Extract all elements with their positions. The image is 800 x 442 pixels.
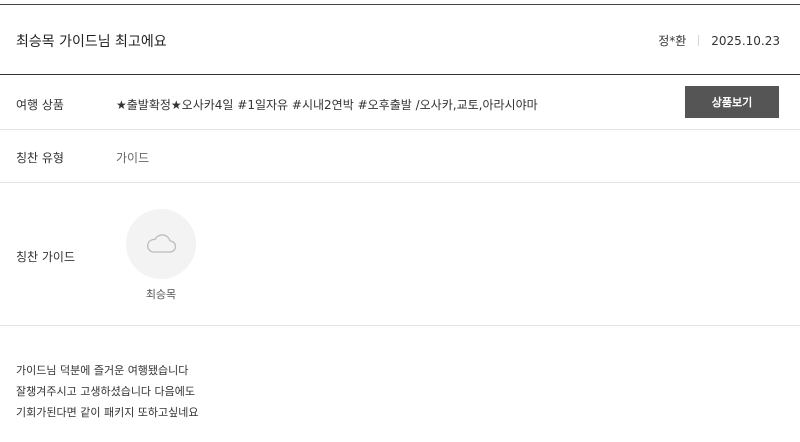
guide-card: 최승목 xyxy=(126,209,196,302)
guide-name: 최승목 xyxy=(145,288,177,301)
praise-type-label: 칭찬 유형 xyxy=(16,151,64,165)
meta-separator xyxy=(698,35,700,46)
review-author: 정*환 xyxy=(658,34,687,48)
praise-type-value: 가이드 xyxy=(116,151,150,165)
cloud-placeholder-icon xyxy=(147,234,177,253)
review-title: 최승목 가이드님 최고에요 xyxy=(16,34,167,50)
praise-guide-label: 칭찬 가이드 xyxy=(16,250,76,264)
review-body: 가이드님 덕분에 즐거운 여행됐습니다 잘챙겨주시고 고생하셨습니다 다음에도 … xyxy=(16,360,199,423)
view-product-button[interactable]: 상품보기 xyxy=(685,86,779,118)
product-label: 여행 상품 xyxy=(16,98,64,112)
guide-avatar[interactable] xyxy=(126,209,196,279)
praise-type-row: 칭찬 유형 가이드 xyxy=(0,130,800,183)
product-name: ★출발확정★오사카4일 #1일자유 #시내2연박 #오후출발 /오사카,교토,아… xyxy=(116,98,538,112)
review-header: 최승목 가이드님 최고에요 정*환 2025.10.23 xyxy=(0,5,800,75)
review-body-line: 기회가된다면 같이 패키지 또하고싶네요 xyxy=(16,406,199,419)
review-body-line: 잘챙겨주시고 고생하셨습니다 다음에도 xyxy=(16,385,196,398)
review-detail: 최승목 가이드님 최고에요 정*환 2025.10.23 여행 상품 ★출발확정… xyxy=(0,0,800,442)
review-meta: 정*환 2025.10.23 xyxy=(658,32,780,49)
review-date: 2025.10.23 xyxy=(711,33,780,48)
review-body-line: 가이드님 덕분에 즐거운 여행됐습니다 xyxy=(16,364,189,377)
praise-guide-row: 칭찬 가이드 최승목 xyxy=(0,183,800,326)
product-row: 여행 상품 ★출발확정★오사카4일 #1일자유 #시내2연박 #오후출발 /오사… xyxy=(0,76,800,130)
